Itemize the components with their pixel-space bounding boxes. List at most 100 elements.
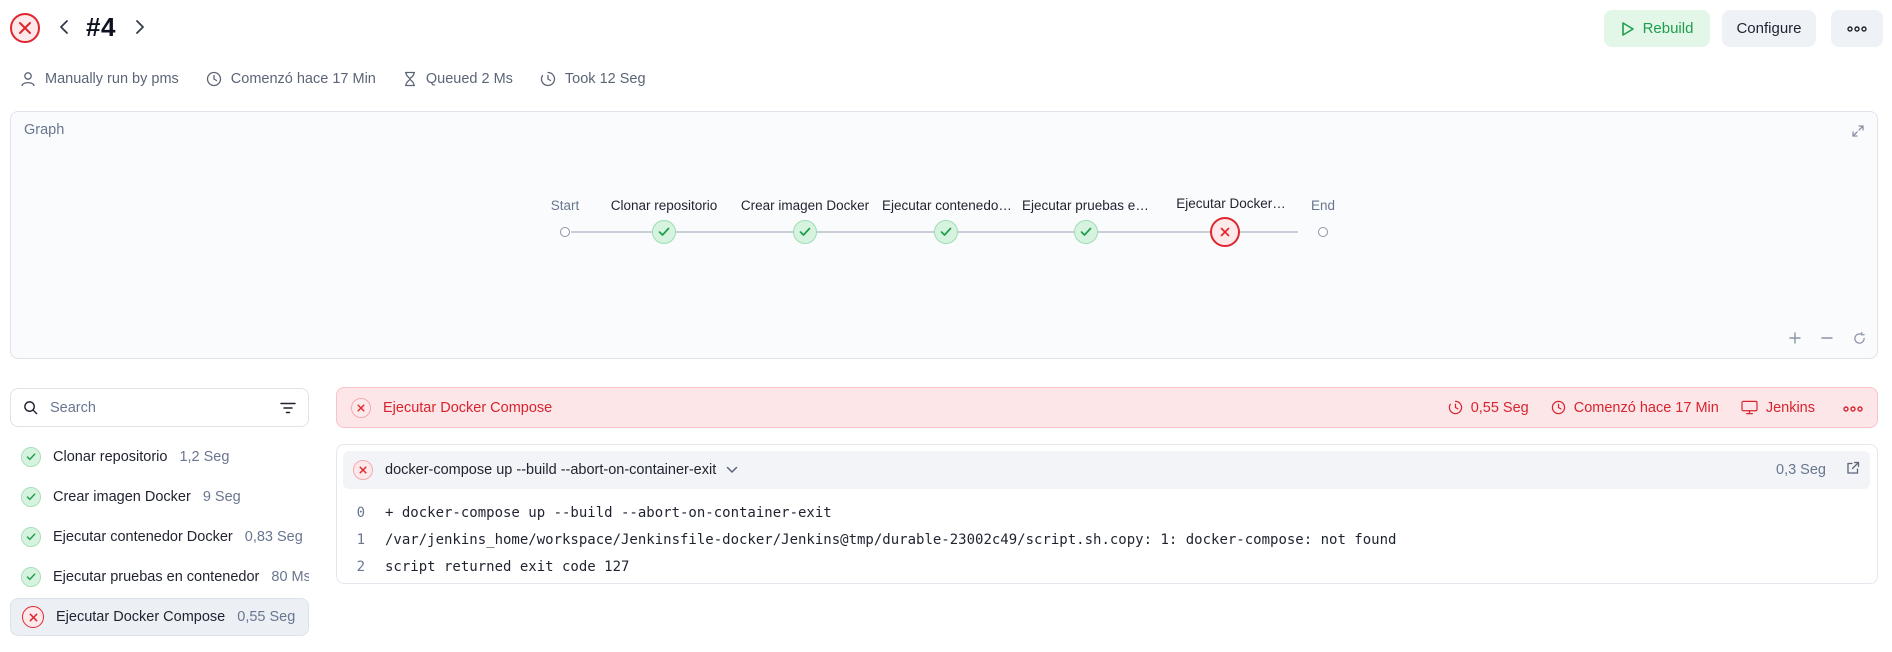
play-icon <box>1621 21 1634 36</box>
chevron-left-icon <box>60 20 68 34</box>
configure-button[interactable]: Configure <box>1722 10 1816 47</box>
success-icon <box>21 567 41 587</box>
stage-duration: 9 Seg <box>202 489 241 505</box>
timer-icon <box>1448 400 1462 415</box>
graph-stage-label: Clonar repositorio <box>610 198 718 213</box>
log-line: 0 + docker-compose up --build --abort-on… <box>337 499 1877 526</box>
stage-duration: 1,2 Seg <box>179 449 230 465</box>
stage-duration: 80 Ms <box>271 569 309 585</box>
graph-end-node <box>1318 227 1328 237</box>
stage-list-item-selected[interactable]: Ejecutar Docker Compose 0,55 Seg <box>10 598 309 636</box>
more-horizontal-icon <box>1843 405 1863 412</box>
timer-icon <box>540 71 556 87</box>
open-external-button[interactable] <box>1846 461 1860 479</box>
started-text: Comenzó hace 17 Min <box>230 71 376 87</box>
stage-name: Crear imagen Docker <box>53 489 191 505</box>
graph-stage-node-success[interactable] <box>793 220 817 244</box>
stage-detail-header: Ejecutar Docker Compose 0,55 Seg Comenzó… <box>336 387 1878 428</box>
search-icon <box>24 401 38 415</box>
stage-detail-started: Comenzó hace 17 Min <box>1573 399 1719 416</box>
filter-icon[interactable] <box>280 402 296 414</box>
stage-started-item: Comenzó hace 17 Min <box>1551 400 1719 416</box>
graph-zoom-controls <box>1787 330 1867 346</box>
failed-icon <box>22 606 44 628</box>
minus-icon <box>1821 337 1833 339</box>
log-line-number: 2 <box>356 558 365 575</box>
page-header: #4 Rebuild Configure <box>0 0 1892 56</box>
log-line-text: + docker-compose up --build --abort-on-c… <box>385 504 832 521</box>
zoom-out-button[interactable] <box>1819 330 1835 346</box>
rebuild-button[interactable]: Rebuild <box>1604 10 1710 47</box>
stage-name: Ejecutar contenedor Docker <box>53 529 233 545</box>
previous-build-button[interactable] <box>54 16 74 38</box>
check-icon <box>799 227 811 236</box>
check-icon <box>940 227 952 236</box>
stage-duration-item: 0,55 Seg <box>1448 400 1529 416</box>
success-icon <box>21 527 41 547</box>
computer-icon <box>1741 400 1758 415</box>
failed-icon <box>353 460 373 480</box>
graph-title: Graph <box>24 122 65 138</box>
more-horizontal-icon <box>1847 25 1867 32</box>
run-by-item: Manually run by pms <box>20 71 179 87</box>
graph-stage-label: Ejecutar contenedor… <box>882 198 1012 213</box>
success-icon <box>21 447 41 467</box>
stage-duration: 0,83 Seg <box>244 529 303 545</box>
close-icon <box>1220 227 1230 237</box>
success-icon <box>21 487 41 507</box>
expand-graph-button[interactable] <box>1851 124 1865 143</box>
search-input[interactable] <box>50 399 268 416</box>
step-header[interactable]: docker-compose up --build --abort-on-con… <box>343 451 1870 489</box>
step-command: docker-compose up --build --abort-on-con… <box>385 462 717 478</box>
graph-end-label: End <box>1310 198 1336 213</box>
stage-name: Ejecutar pruebas en contenedor <box>53 569 260 585</box>
hourglass-icon <box>404 71 415 87</box>
started-item: Comenzó hace 17 Min <box>206 71 376 87</box>
graph-stage-label: Ejecutar pruebas en… <box>1022 198 1152 213</box>
console-log: 0 + docker-compose up --build --abort-on… <box>337 499 1877 580</box>
graph-stage-node-success[interactable] <box>1074 220 1098 244</box>
log-line-text: /var/jenkins_home/workspace/Jenkinsfile-… <box>385 531 1397 548</box>
stage-detail-duration: 0,55 Seg <box>1470 399 1529 416</box>
stage-more-button[interactable] <box>1843 400 1863 416</box>
run-by-text: Manually run by pms <box>45 71 179 87</box>
check-icon <box>1080 227 1092 236</box>
log-line-text: script returned exit code 127 <box>385 558 630 575</box>
build-number: #4 <box>86 12 116 42</box>
reset-icon <box>1853 331 1865 344</box>
next-build-button[interactable] <box>130 16 150 38</box>
stage-detail-title: Ejecutar Docker Compose <box>383 399 553 416</box>
graph-stage-node-success[interactable] <box>934 220 958 244</box>
stage-list-item[interactable]: Crear imagen Docker 9 Seg <box>10 478 309 516</box>
graph-start-label: Start <box>550 198 580 213</box>
rebuild-label: Rebuild <box>1642 20 1694 37</box>
expand-icon <box>1852 125 1864 137</box>
stage-name: Clonar repositorio <box>53 449 168 465</box>
build-meta: Manually run by pms Comenzó hace 17 Min … <box>20 69 646 89</box>
graph-stage-label: Ejecutar Docker… <box>1176 196 1286 211</box>
graph-stage-node-failed[interactable] <box>1210 217 1240 247</box>
stage-list-item[interactable]: Clonar repositorio 1,2 Seg <box>10 438 309 476</box>
step-panel: docker-compose up --build --abort-on-con… <box>336 444 1878 584</box>
queued-text: Queued 2 Ms <box>425 71 513 87</box>
stage-list-item[interactable]: Ejecutar pruebas en contenedor 80 Ms <box>10 558 309 596</box>
clock-icon <box>1551 400 1565 415</box>
stage-agent-link[interactable]: Jenkins <box>1741 400 1815 416</box>
zoom-in-button[interactable] <box>1787 330 1803 346</box>
graph-start-node <box>560 227 570 237</box>
took-item: Took 12 Seg <box>540 71 646 87</box>
graph-stage-node-success[interactable] <box>652 220 676 244</box>
took-text: Took 12 Seg <box>564 71 646 87</box>
queued-item: Queued 2 Ms <box>403 71 513 87</box>
chevron-down-icon[interactable] <box>726 462 738 478</box>
stage-list-item[interactable]: Ejecutar contenedor Docker 0,83 Seg <box>10 518 309 556</box>
reset-zoom-button[interactable] <box>1851 330 1867 346</box>
clock-icon <box>206 71 221 87</box>
log-line-number: 0 <box>356 504 365 521</box>
stage-name: Ejecutar Docker Compose <box>56 609 226 625</box>
log-line-number: 1 <box>356 531 365 548</box>
graph-stage-label: Crear imagen Docker <box>740 198 870 213</box>
configure-label: Configure <box>1736 20 1802 37</box>
more-options-button[interactable] <box>1831 10 1883 47</box>
external-link-icon <box>1847 461 1860 474</box>
